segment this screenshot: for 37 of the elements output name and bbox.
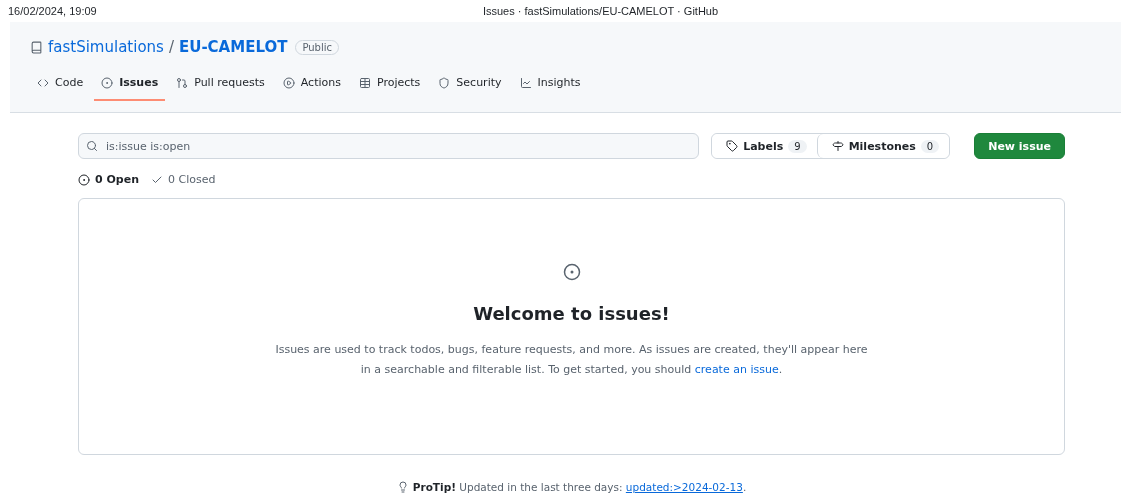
new-issue-button[interactable]: New issue [974,133,1065,159]
tab-icon [358,76,371,89]
issue-icon [562,263,581,281]
empty-state-text: Issues are used to track todos, bugs, feature requests, and more. As issues are created, they'll appear here in a searchable and filterable list. To get started, you should create an issue. [274,342,869,378]
counter: 0 [920,139,940,153]
search-query-link[interactable]: updated:>2024-02-13 [625,481,743,493]
repo-link[interactable]: EU-CAMELOT [178,38,288,56]
search-icon [86,140,98,152]
protip-text: ProTip! Updated in the last three days: updated:>2024-02-13. [412,481,747,493]
owner-link[interactable]: fastSimulations [48,38,164,56]
nav-tab[interactable]: Projects [351,70,428,101]
tab-icon [438,76,451,89]
nav-tab[interactable]: Pull requests [169,70,272,101]
state-icon [78,173,90,186]
milestones-button[interactable]: Milestones 0 [816,134,950,158]
nav-tab[interactable]: Insights [512,70,588,101]
signpost-icon [831,140,844,152]
state-filter-link[interactable]: 0 Open [78,173,139,186]
nav-tab[interactable]: Issues [94,70,166,101]
search-field[interactable]: is:issue is:open [78,133,700,159]
tab-icon [176,76,189,89]
state-filter-link[interactable]: 0 Closed [151,173,216,186]
repo-icon [30,40,43,54]
tab-icon [282,76,295,89]
nav-tab[interactable]: Actions [275,70,348,101]
path-separator: / [168,38,174,56]
page-title: Issues · fastSimulations/EU-CAMELOT · GitHub [482,5,719,17]
nav-tab[interactable]: Code [30,70,91,101]
create-issue-link[interactable]: create an issue [694,363,779,376]
lightbulb-icon [396,481,409,493]
empty-state-title: Welcome to issues! [473,303,670,324]
nav-tab[interactable]: Security [431,70,509,101]
tab-icon [101,76,114,89]
counter: 9 [788,139,807,153]
print-date: 16/02/2024, 19:09 [8,5,98,17]
tab-icon [519,76,532,89]
tag-icon [726,140,739,152]
